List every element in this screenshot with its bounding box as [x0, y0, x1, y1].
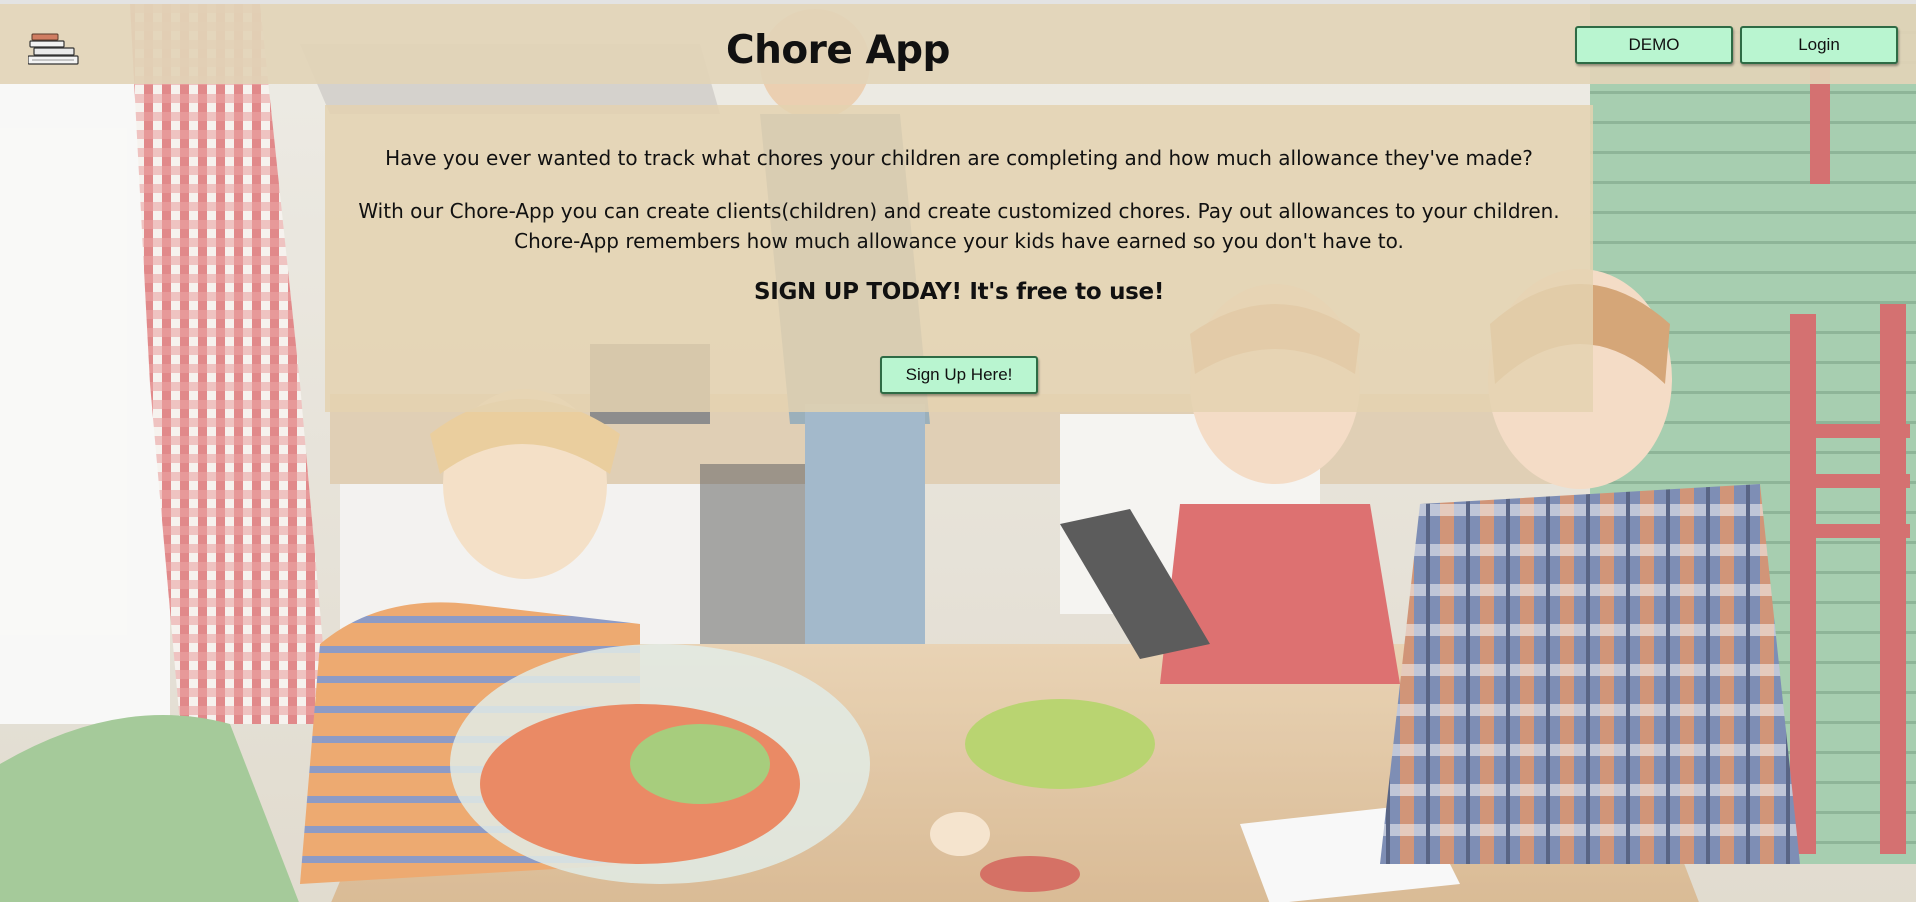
app-header: Chore App DEMO Login — [0, 4, 1916, 84]
demo-button[interactable]: DEMO — [1575, 26, 1733, 64]
intro-question: Have you ever wanted to track what chore… — [385, 146, 1533, 170]
login-button[interactable]: Login — [1740, 26, 1898, 64]
intro-description: With our Chore-App you can create client… — [325, 196, 1593, 256]
books-stack-icon[interactable] — [27, 32, 84, 68]
intro-panel: Have you ever wanted to track what chore… — [325, 105, 1593, 412]
signup-button[interactable]: Sign Up Here! — [880, 356, 1038, 394]
description-line-1: With our Chore-App you can create client… — [358, 199, 1560, 223]
page-title: Chore App — [726, 28, 950, 73]
call-to-action: SIGN UP TODAY! It's free to use! — [753, 279, 1165, 305]
description-line-2: Chore-App remembers how much allowance y… — [514, 229, 1404, 253]
